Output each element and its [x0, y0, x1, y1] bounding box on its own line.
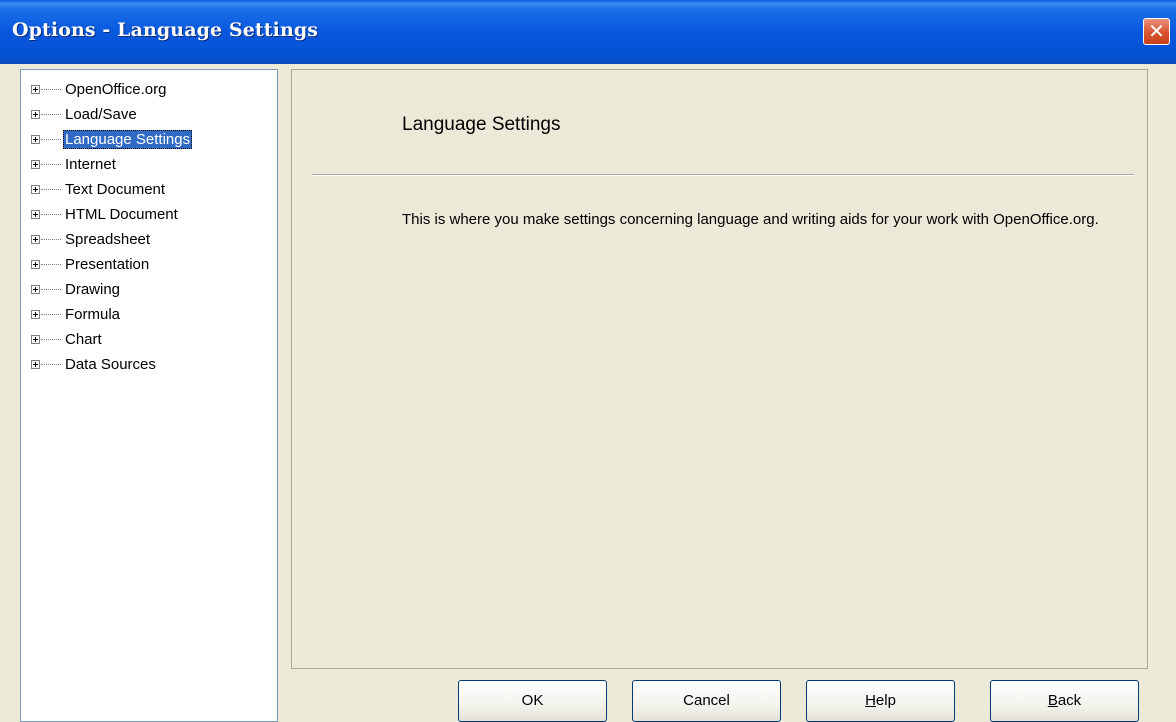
tree-item-label: Drawing [65, 281, 121, 298]
tree-item-label: Chart [65, 331, 102, 348]
tree-item-language-settings[interactable]: Language Settings [21, 127, 277, 152]
expand-plus-icon[interactable] [31, 160, 40, 169]
tree-item-html-document[interactable]: HTML Document [21, 202, 277, 227]
tree-item-label: Data Sources [65, 356, 156, 373]
tree-item-label: Spreadsheet [65, 231, 151, 248]
tree-item-label: Text Document [65, 181, 166, 198]
back-label-rest: ack [1057, 692, 1082, 709]
options-tree[interactable]: OpenOffice.org Load/Save Language Settin… [20, 69, 278, 722]
tree-item-text-document[interactable]: Text Document [21, 177, 277, 202]
expand-plus-icon[interactable] [31, 260, 40, 269]
help-mnemonic: H [865, 692, 876, 709]
close-button[interactable]: ✕ [1143, 18, 1170, 45]
tree-item-spreadsheet[interactable]: Spreadsheet [21, 227, 277, 252]
tree-item-formula[interactable]: Formula [21, 302, 277, 327]
page-title: Language Settings [402, 114, 561, 135]
back-button[interactable]: Back [990, 680, 1139, 722]
options-dialog: Options - Language Settings ✕ OpenOffice… [0, 0, 1176, 722]
tree-item-presentation[interactable]: Presentation [21, 252, 277, 277]
tree-item-internet[interactable]: Internet [21, 152, 277, 177]
divider [312, 174, 1134, 176]
help-label-rest: elp [875, 692, 896, 709]
tree-item-data-sources[interactable]: Data Sources [21, 352, 277, 377]
close-icon: ✕ [1148, 19, 1165, 43]
page-description: This is where you make settings concerni… [402, 211, 1099, 228]
expand-plus-icon[interactable] [31, 135, 40, 144]
tree-item-chart[interactable]: Chart [21, 327, 277, 352]
tree-item-label: Language Settings [63, 130, 193, 149]
expand-plus-icon[interactable] [31, 210, 40, 219]
expand-plus-icon[interactable] [31, 110, 40, 119]
settings-page: Language Settings This is where you make… [291, 69, 1148, 669]
back-mnemonic: B [1047, 692, 1058, 709]
expand-plus-icon[interactable] [31, 235, 40, 244]
expand-plus-icon[interactable] [31, 285, 40, 294]
tree-item-label: OpenOffice.org [65, 81, 167, 98]
tree-item-load-save[interactable]: Load/Save [21, 102, 277, 127]
tree-item-label: Load/Save [65, 106, 137, 123]
title-bar[interactable]: Options - Language Settings ✕ [0, 0, 1176, 64]
help-button[interactable]: Help [806, 680, 955, 722]
expand-plus-icon[interactable] [31, 360, 40, 369]
tree-item-openoffice-org[interactable]: OpenOffice.org [21, 77, 277, 102]
expand-plus-icon[interactable] [31, 185, 40, 194]
expand-plus-icon[interactable] [31, 85, 40, 94]
expand-plus-icon[interactable] [31, 310, 40, 319]
ok-button[interactable]: OK [458, 680, 607, 722]
cancel-button[interactable]: Cancel [632, 680, 781, 722]
tree-item-label: HTML Document [65, 206, 178, 223]
tree-item-label: Formula [65, 306, 121, 323]
tree-item-label: Internet [65, 156, 116, 173]
tree-item-drawing[interactable]: Drawing [21, 277, 277, 302]
tree-item-label: Presentation [65, 256, 150, 273]
window-title: Options - Language Settings [12, 19, 319, 41]
expand-plus-icon[interactable] [31, 335, 40, 344]
